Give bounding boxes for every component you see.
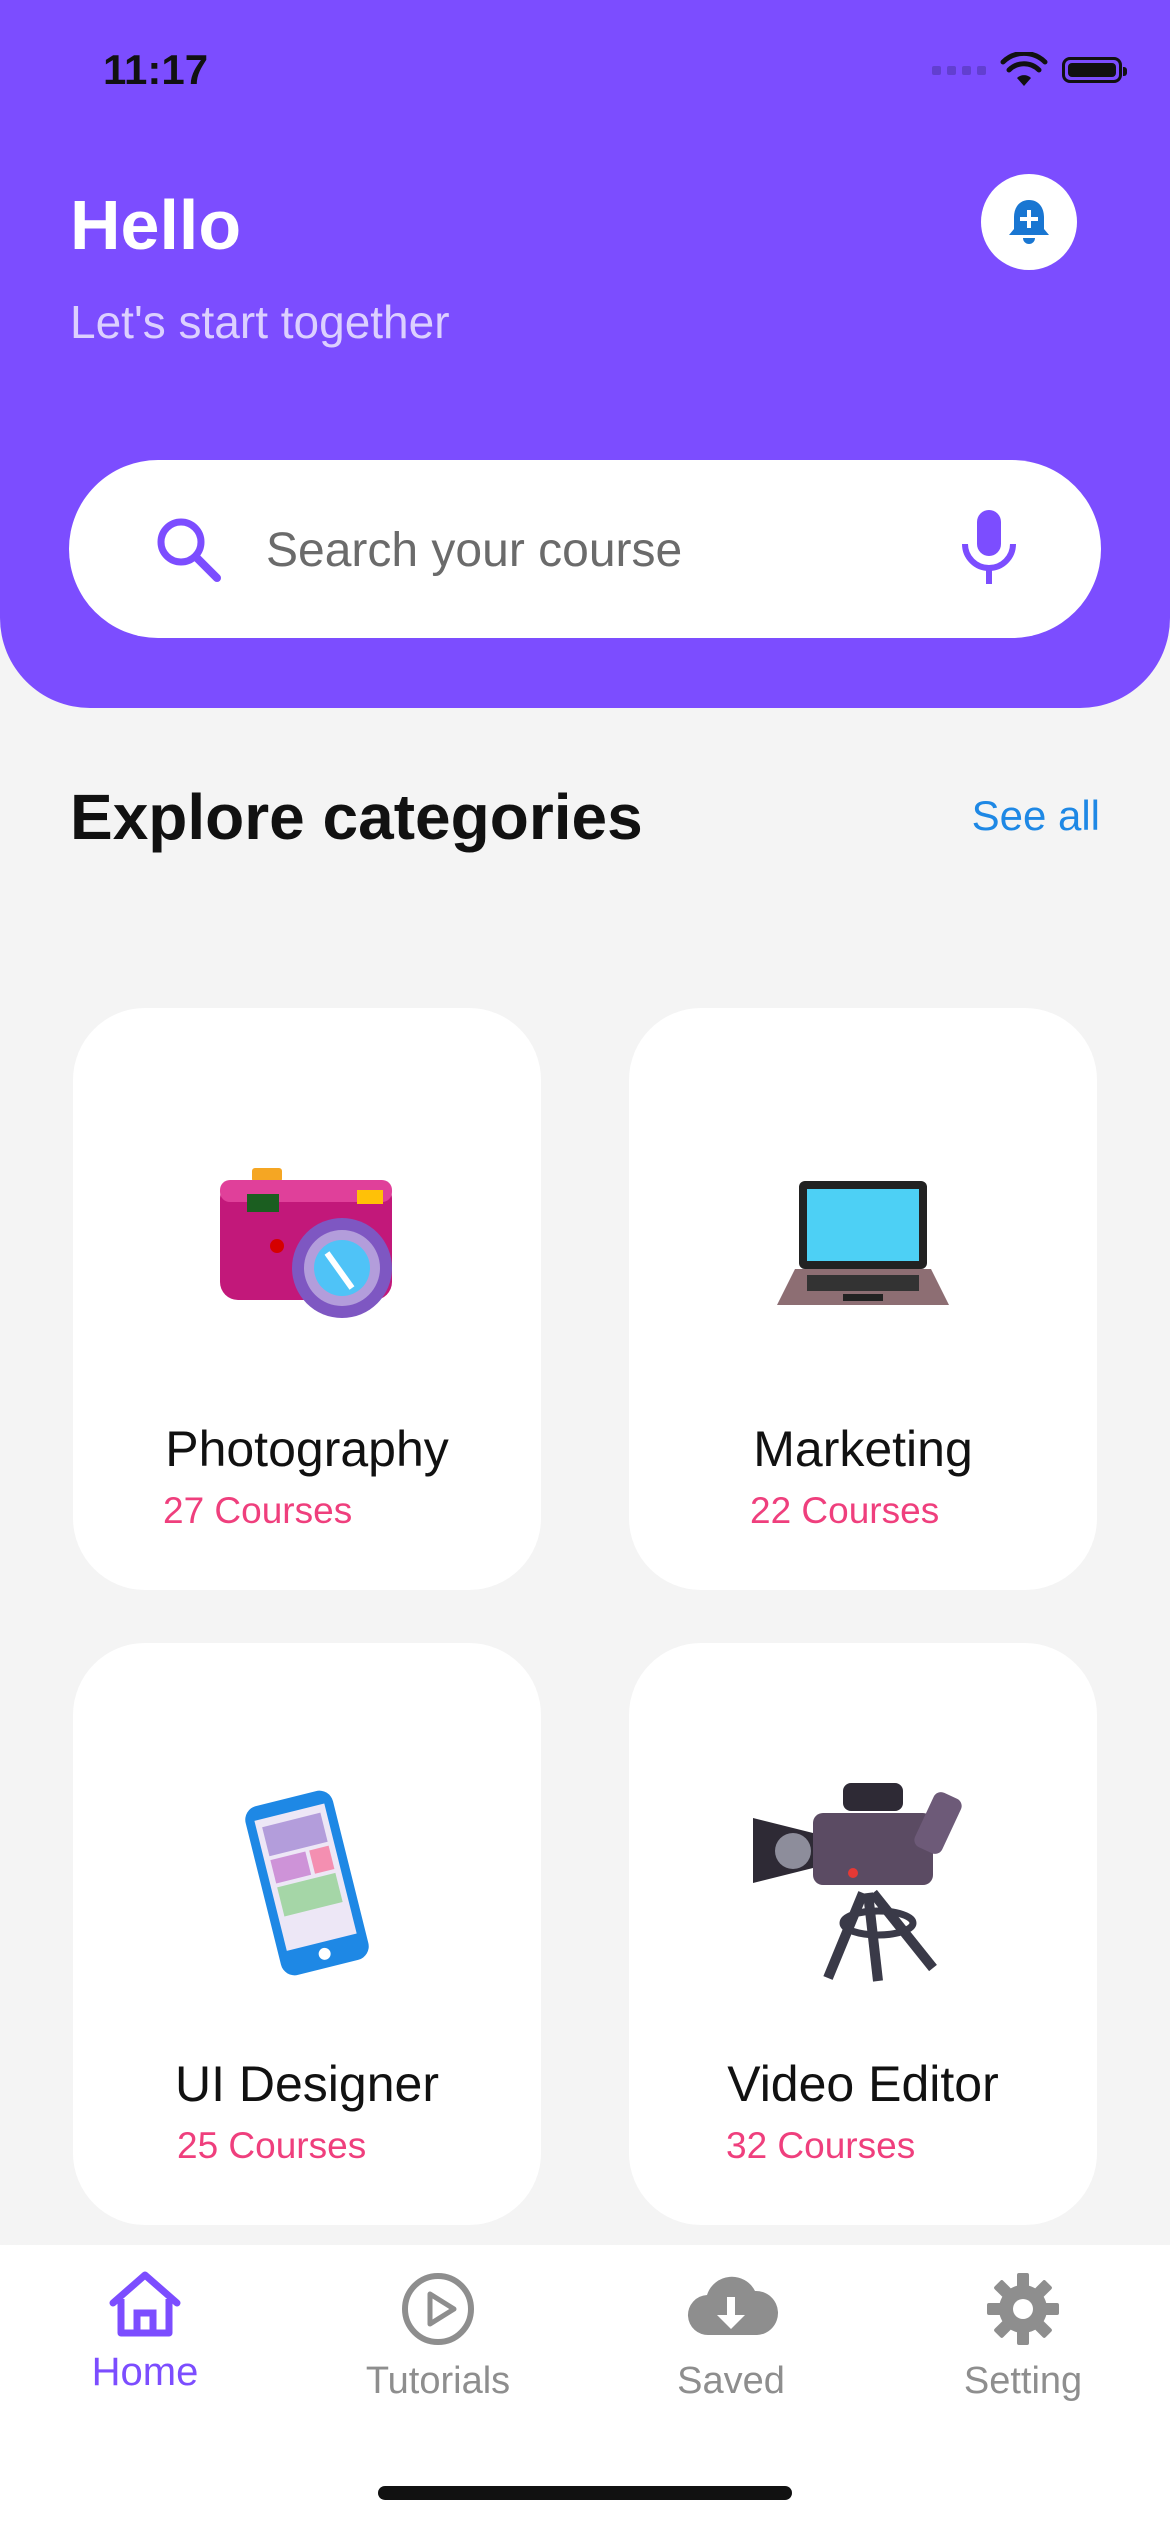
home-icon (109, 2271, 181, 2337)
category-name: Video Editor (727, 2056, 999, 2112)
camera-icon (220, 1168, 392, 1318)
tab-label: Tutorials (365, 2360, 511, 2402)
tab-label: Home (91, 2350, 199, 2394)
gear-icon (987, 2273, 1059, 2345)
see-all-link[interactable]: See all (972, 792, 1100, 840)
cellular-signal-icon (932, 65, 986, 75)
tab-setting[interactable]: Setting (903, 2269, 1143, 2403)
greeting-subtitle: Let's start together (70, 296, 450, 348)
wifi-icon (1000, 52, 1048, 86)
category-card-photography[interactable]: Photography 27 Courses (73, 1008, 541, 1590)
battery-icon (1062, 57, 1127, 83)
status-time: 11:17 (103, 46, 209, 93)
category-name: UI Designer (175, 2056, 439, 2112)
category-count: 27 Courses (163, 1490, 353, 1531)
category-card-ui-designer[interactable]: UI Designer 25 Courses (73, 1643, 541, 2225)
search-input[interactable] (264, 514, 948, 586)
play-circle-icon (402, 2273, 474, 2345)
microphone-icon[interactable] (949, 504, 1029, 594)
category-count: 22 Courses (750, 1490, 940, 1531)
bell-plus-icon (1009, 200, 1049, 244)
status-indicators (932, 52, 1127, 88)
cloud-download-icon (687, 2276, 779, 2336)
tab-label: Saved (677, 2360, 785, 2402)
category-count: 32 Courses (726, 2125, 916, 2166)
home-indicator[interactable] (378, 2486, 792, 2500)
category-count: 25 Courses (177, 2125, 367, 2166)
section-title: Explore categories (70, 781, 643, 853)
search-icon (157, 518, 221, 582)
tab-saved[interactable]: Saved (611, 2269, 851, 2403)
search-bar[interactable] (69, 460, 1101, 638)
tab-label: Setting (963, 2360, 1083, 2402)
notification-button[interactable] (981, 174, 1077, 270)
category-name: Photography (165, 1421, 449, 1477)
tab-home[interactable]: Home (25, 2269, 265, 2395)
video-camera-icon (753, 1783, 962, 1982)
tab-tutorials[interactable]: Tutorials (318, 2269, 558, 2403)
greeting-title: Hello (70, 186, 242, 264)
smartphone-icon (245, 1790, 369, 1976)
category-card-marketing[interactable]: Marketing 22 Courses (629, 1008, 1097, 1590)
laptop-icon (777, 1181, 949, 1305)
category-card-video-editor[interactable]: Video Editor 32 Courses (629, 1643, 1097, 2225)
category-name: Marketing (753, 1421, 973, 1477)
